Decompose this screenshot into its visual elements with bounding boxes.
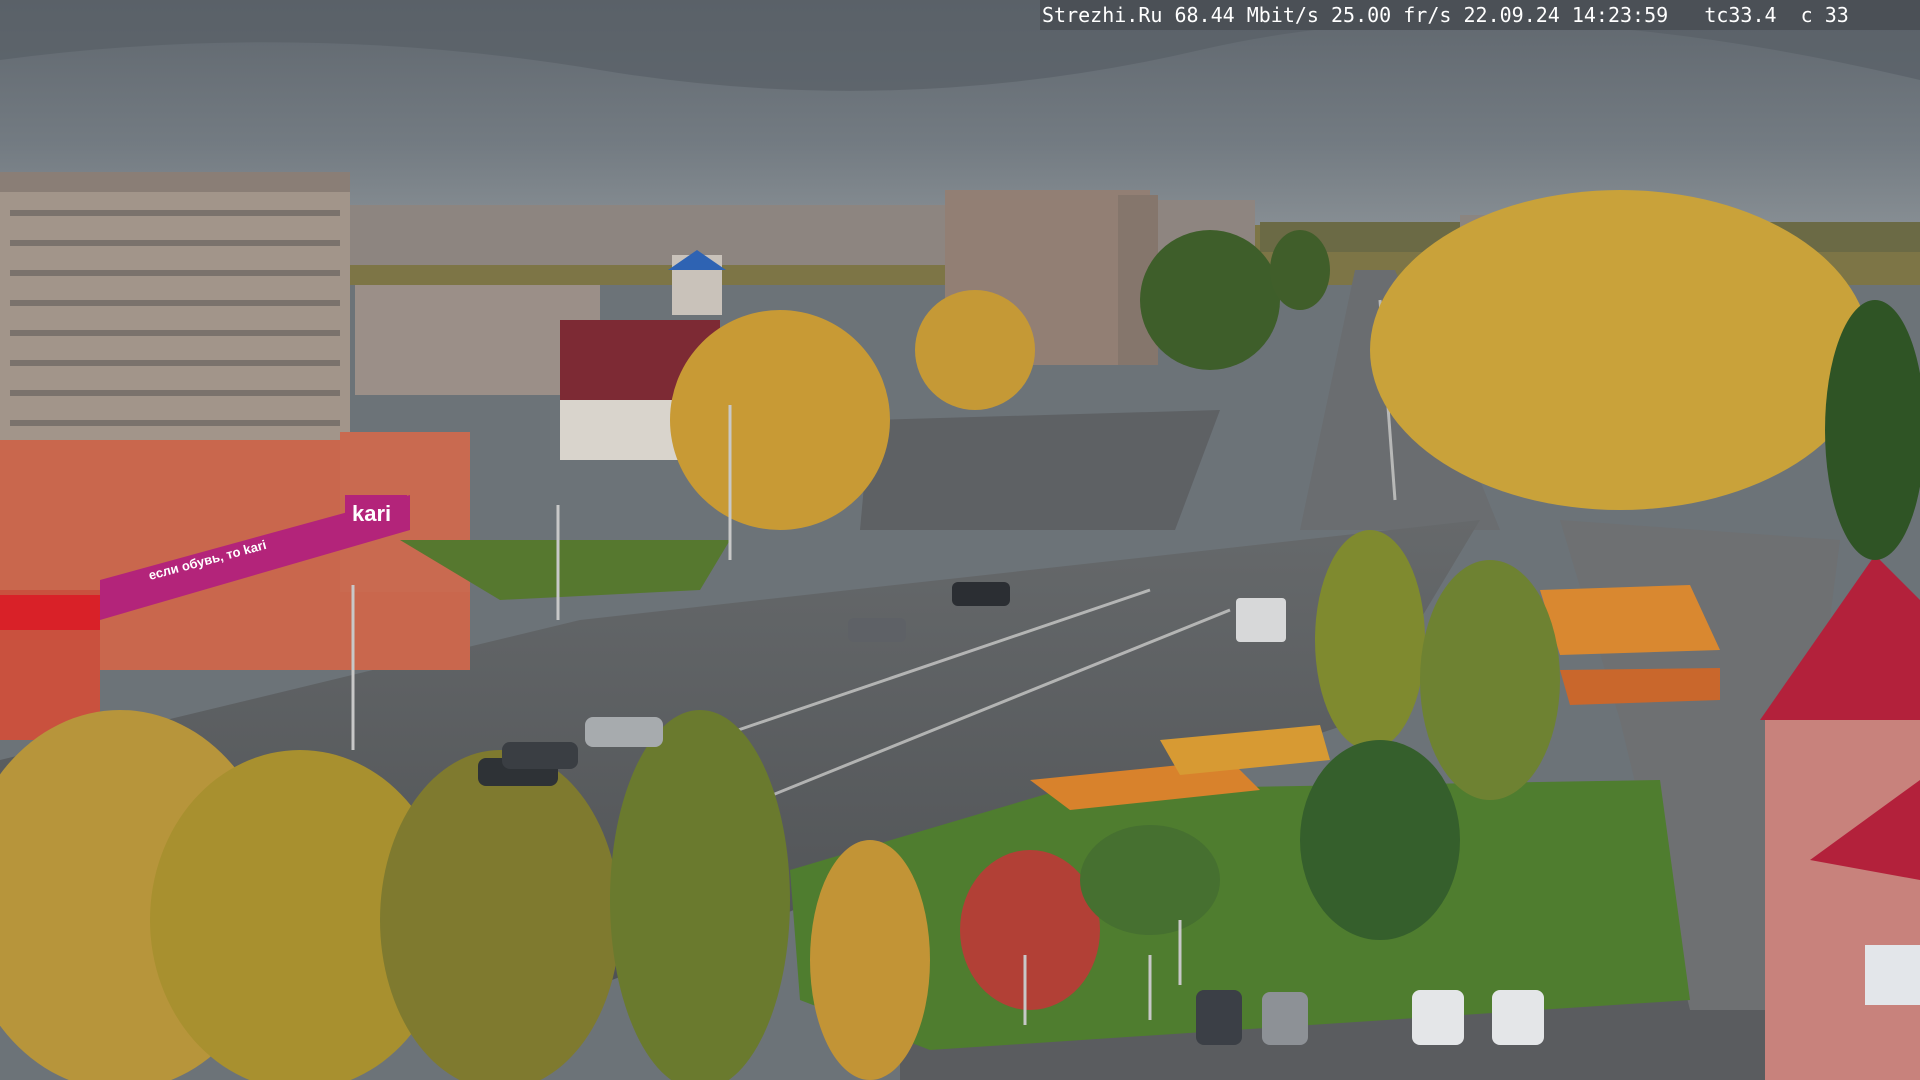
city-square-scene: kari если обувь, то kari <box>0 0 1920 1080</box>
osd-datetime: 22.09.24 14:23:59 <box>1463 3 1669 27</box>
osd-site: Strezhi.Ru <box>1042 3 1163 27</box>
distant-building-row <box>350 205 950 265</box>
central-plaza <box>860 410 1220 530</box>
osd-channel: c 33 <box>1800 3 1849 27</box>
webcam-frame: kari если обувь, то kari Strezhi.Ru 68.4… <box>0 0 1920 1080</box>
flower-bed-3 <box>1540 585 1720 655</box>
white-house <box>560 400 680 460</box>
kari-logo: kari <box>352 501 391 526</box>
osd-bitrate: 68.44 Mbit/s <box>1174 3 1319 27</box>
osd-tc: tc33.4 <box>1704 3 1777 27</box>
flower-bed-4 <box>1560 668 1720 705</box>
osd-framerate: 25.00 fr/s <box>1331 3 1452 27</box>
camera-info-overlay: Strezhi.Ru 68.44 Mbit/s 25.00 fr/s 22.09… <box>1040 0 1920 30</box>
